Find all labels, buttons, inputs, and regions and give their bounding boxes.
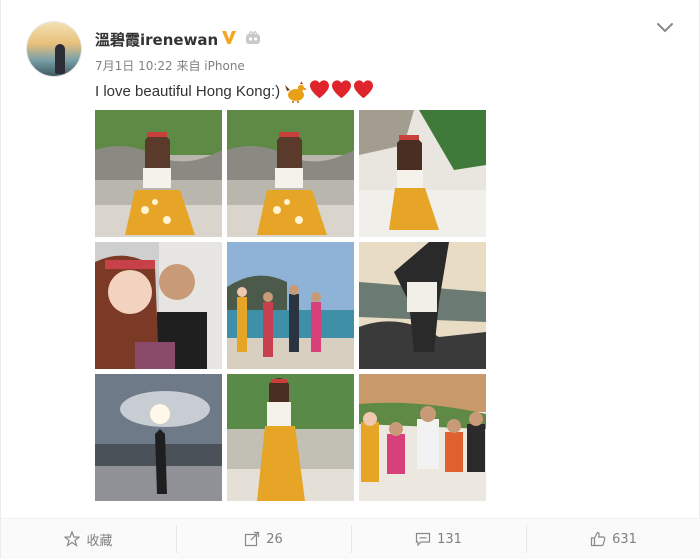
photo-thumbnail[interactable] xyxy=(359,242,486,369)
thumbs-up-icon xyxy=(590,531,606,547)
chevron-down-icon[interactable] xyxy=(655,20,675,36)
heart-emoji xyxy=(331,80,352,103)
verified-v-badge-icon[interactable] xyxy=(220,28,238,46)
member-crown-icon[interactable] xyxy=(245,30,261,45)
photo-thumbnail[interactable] xyxy=(95,110,222,237)
comment-count: 131 xyxy=(437,531,462,547)
post-text: I love beautiful Hong Kong:) xyxy=(95,83,281,100)
photo-thumbnail[interactable] xyxy=(227,110,354,237)
author-name[interactable]: 溫碧霞irenewan xyxy=(95,29,218,50)
heart-emoji xyxy=(309,80,330,103)
comment-icon xyxy=(415,532,431,547)
photo-thumbnail[interactable] xyxy=(227,242,354,369)
favorite-button[interactable]: 收藏 xyxy=(1,519,176,559)
repost-button[interactable]: 26 xyxy=(176,519,351,559)
weibo-post-card: 溫碧霞irenewan 7月1日 10:22 来自 iPhone I love … xyxy=(0,0,700,559)
photo-thumbnail[interactable] xyxy=(359,110,486,237)
photo-thumbnail[interactable] xyxy=(95,242,222,369)
photo-thumbnail[interactable] xyxy=(227,374,354,501)
repost-count: 26 xyxy=(266,531,283,547)
like-button[interactable]: 631 xyxy=(526,519,700,559)
comment-button[interactable]: 131 xyxy=(351,519,526,559)
avatar-figure xyxy=(55,44,65,74)
post-meta: 7月1日 10:22 来自 iPhone xyxy=(95,59,245,73)
rooster-emoji xyxy=(284,81,308,103)
post-content: I love beautiful Hong Kong:) xyxy=(95,80,374,103)
like-count: 631 xyxy=(612,531,637,547)
avatar[interactable] xyxy=(27,22,81,76)
star-icon xyxy=(64,531,81,547)
post-action-bar: 收藏 26 131 631 xyxy=(1,518,700,559)
photo-thumbnail[interactable] xyxy=(95,374,222,501)
repost-icon xyxy=(245,531,260,547)
heart-emoji xyxy=(353,80,374,103)
photo-grid xyxy=(95,110,487,502)
photo-thumbnail[interactable] xyxy=(359,374,486,501)
favorite-label: 收藏 xyxy=(86,533,113,549)
